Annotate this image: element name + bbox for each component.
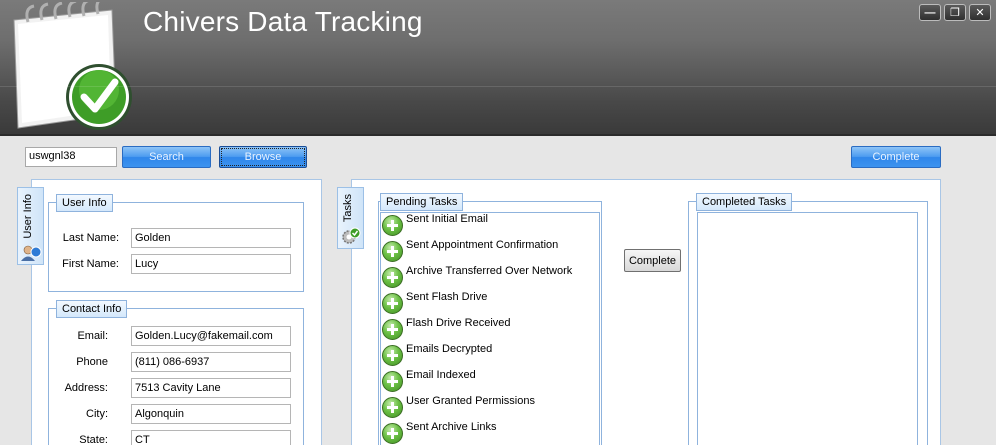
user-info-legend: User Info xyxy=(56,194,113,212)
title-bar: Chivers Data Tracking — ❐ ✕ xyxy=(0,0,996,136)
list-item[interactable]: Flash Drive Received xyxy=(382,317,511,341)
task-label: Sent Flash Drive xyxy=(406,291,488,303)
complete-task-button[interactable]: Complete xyxy=(624,249,681,272)
phone-label: Phone xyxy=(76,356,108,368)
city-label: City: xyxy=(86,408,108,420)
app-title: Chivers Data Tracking xyxy=(143,6,423,37)
list-item[interactable]: Emails Decrypted xyxy=(382,343,492,367)
city-field[interactable]: Algonquin xyxy=(131,404,291,424)
add-icon[interactable] xyxy=(382,319,403,340)
task-label: Emails Decrypted xyxy=(406,343,493,355)
search-button[interactable]: Search xyxy=(122,146,211,168)
state-label: State: xyxy=(79,434,108,445)
task-label: Sent Initial Email xyxy=(406,213,488,225)
add-icon[interactable] xyxy=(382,267,403,288)
restore-icon[interactable]: ❐ xyxy=(944,4,966,21)
completed-tasks-list[interactable] xyxy=(697,212,918,445)
phone-field[interactable]: (811) 086-6937 xyxy=(131,352,291,372)
task-label: Flash Drive Received xyxy=(406,317,511,329)
add-icon[interactable] xyxy=(382,423,403,444)
tab-tasks-label: Tasks xyxy=(342,194,354,223)
tab-user-info-label: User Info xyxy=(22,194,34,239)
completed-tasks-legend: Completed Tasks xyxy=(696,193,793,211)
add-icon[interactable] xyxy=(382,293,403,314)
minimize-icon[interactable]: — xyxy=(919,4,941,21)
task-label: Sent Appointment Confirmation xyxy=(406,239,559,251)
window-controls: — ❐ ✕ xyxy=(919,4,991,21)
task-label: Sent Archive Links xyxy=(406,421,497,433)
add-icon[interactable] xyxy=(382,397,403,418)
list-item[interactable]: User Granted Permissions xyxy=(382,395,535,419)
contact-info-legend: Contact Info xyxy=(56,300,128,318)
close-icon[interactable]: ✕ xyxy=(969,4,991,21)
first-name-label: First Name: xyxy=(62,258,119,270)
address-label: Address: xyxy=(64,382,108,394)
list-item[interactable]: Archive Transferred Over Network xyxy=(382,265,572,289)
notepad-checkmark-logo xyxy=(13,2,132,130)
add-icon[interactable] xyxy=(382,241,403,262)
task-label: User Granted Permissions xyxy=(406,395,535,407)
last-name-field[interactable]: Golden xyxy=(131,228,291,248)
pending-tasks-legend: Pending Tasks xyxy=(380,193,464,211)
add-icon[interactable] xyxy=(382,215,403,236)
complete-button-top[interactable]: Complete xyxy=(851,146,941,168)
task-label: Email Indexed xyxy=(406,369,476,381)
address-field[interactable]: 7513 Cavity Lane xyxy=(131,378,291,398)
email-label: Email: xyxy=(77,330,108,342)
add-icon[interactable] xyxy=(382,371,403,392)
browse-button[interactable]: Browse xyxy=(219,146,307,168)
list-item[interactable]: Sent Archive Links xyxy=(382,421,497,445)
add-icon[interactable] xyxy=(382,345,403,366)
list-item[interactable]: Email Indexed xyxy=(382,369,476,393)
state-field[interactable]: CT xyxy=(131,430,291,445)
tab-user-info[interactable]: User Info xyxy=(17,187,44,265)
list-item[interactable]: Sent Flash Drive xyxy=(382,291,487,315)
search-input[interactable]: uswgnl38 xyxy=(25,147,117,167)
last-name-label: Last Name: xyxy=(62,232,119,244)
email-field[interactable]: Golden.Lucy@fakemail.com xyxy=(131,326,291,346)
tab-tasks[interactable]: Tasks xyxy=(337,187,364,249)
list-item[interactable]: Sent Initial Email xyxy=(382,213,488,237)
first-name-field[interactable]: Lucy xyxy=(131,254,291,274)
list-item[interactable]: Sent Appointment Confirmation xyxy=(382,239,558,263)
gear-check-icon xyxy=(342,227,361,244)
task-label: Archive Transferred Over Network xyxy=(406,265,573,277)
